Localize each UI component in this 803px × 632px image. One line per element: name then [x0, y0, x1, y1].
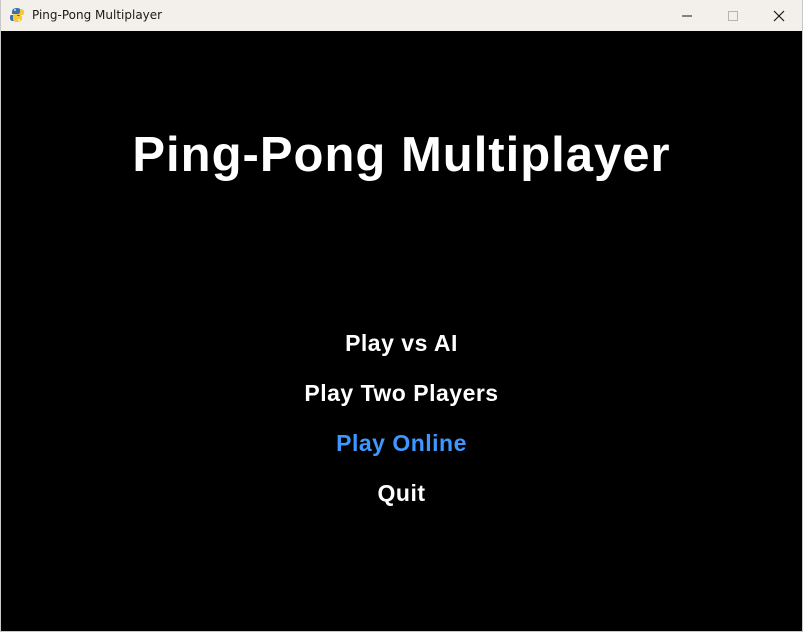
window-title: Ping-Pong Multiplayer [32, 8, 163, 22]
game-canvas: Ping-Pong Multiplayer Play vs AI Play Tw… [1, 31, 802, 631]
maximize-icon [728, 10, 738, 21]
menu-item-play-online[interactable]: Play Online [1, 425, 802, 461]
menu-item-play-vs-ai[interactable]: Play vs AI [1, 325, 802, 361]
menu-item-quit[interactable]: Quit [1, 475, 802, 511]
close-icon [773, 10, 785, 21]
minimize-button[interactable] [664, 0, 710, 31]
game-title: Ping-Pong Multiplayer [132, 128, 671, 182]
main-menu: Play vs AI Play Two Players Play Online … [1, 325, 802, 525]
maximize-button[interactable] [710, 0, 756, 31]
menu-item-play-two-players[interactable]: Play Two Players [1, 375, 802, 411]
minimize-icon [682, 15, 692, 16]
pygame-snake-icon [9, 7, 25, 23]
window-titlebar[interactable]: Ping-Pong Multiplayer [1, 0, 802, 31]
app-window: Ping-Pong Multiplayer Ping-Pong Multipla… [0, 0, 803, 632]
close-button[interactable] [756, 0, 802, 31]
